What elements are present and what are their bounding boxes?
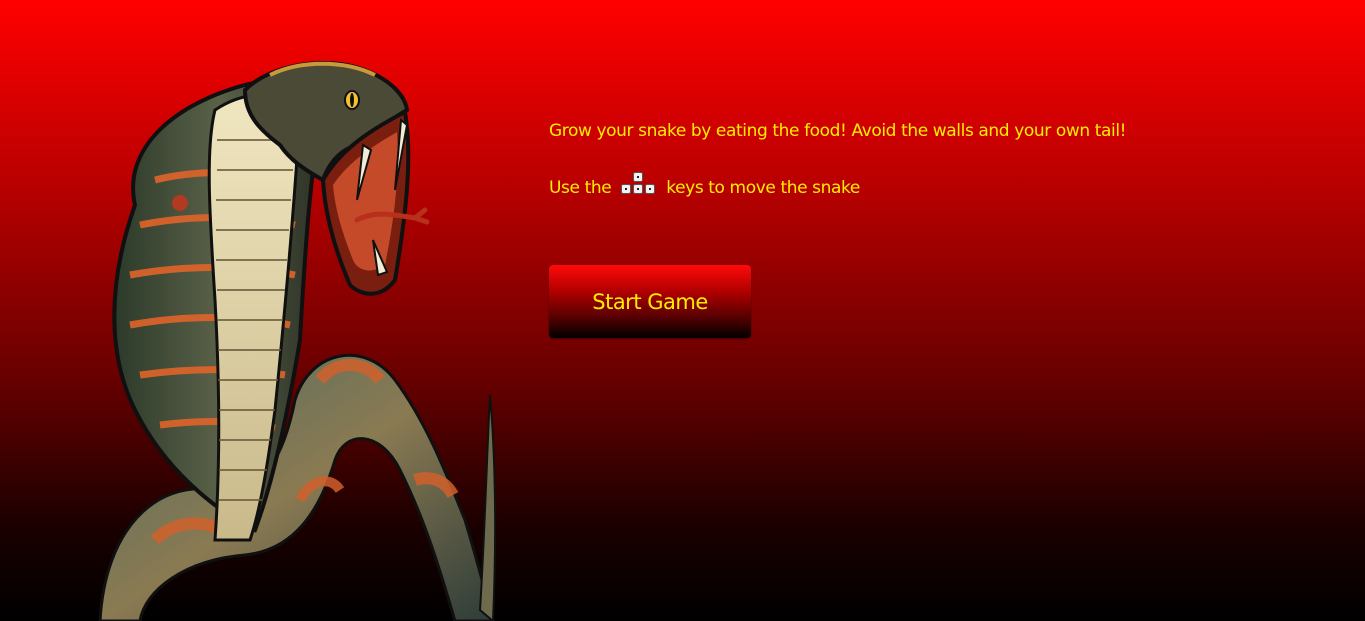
instruction-line-controls: Use the keys to move the snake <box>549 170 1329 201</box>
start-game-button[interactable]: Start Game <box>549 265 751 338</box>
instruction-line-goal: Grow your snake by eating the food! Avoi… <box>549 118 1329 144</box>
arrow-up-key-icon <box>633 172 644 182</box>
arrow-keys-icon <box>619 170 657 196</box>
arrow-down-key-icon <box>633 184 644 194</box>
instructions-panel: Grow your snake by eating the food! Avoi… <box>549 118 1329 201</box>
cobra-illustration <box>95 50 505 621</box>
arrow-right-key-icon <box>645 184 656 194</box>
arrow-left-key-icon <box>621 184 632 194</box>
instruction-controls-suffix: keys to move the snake <box>661 178 860 198</box>
instruction-controls-prefix: Use the <box>549 178 617 198</box>
instruction-goal-text: Grow your snake by eating the food! Avoi… <box>549 121 1127 141</box>
